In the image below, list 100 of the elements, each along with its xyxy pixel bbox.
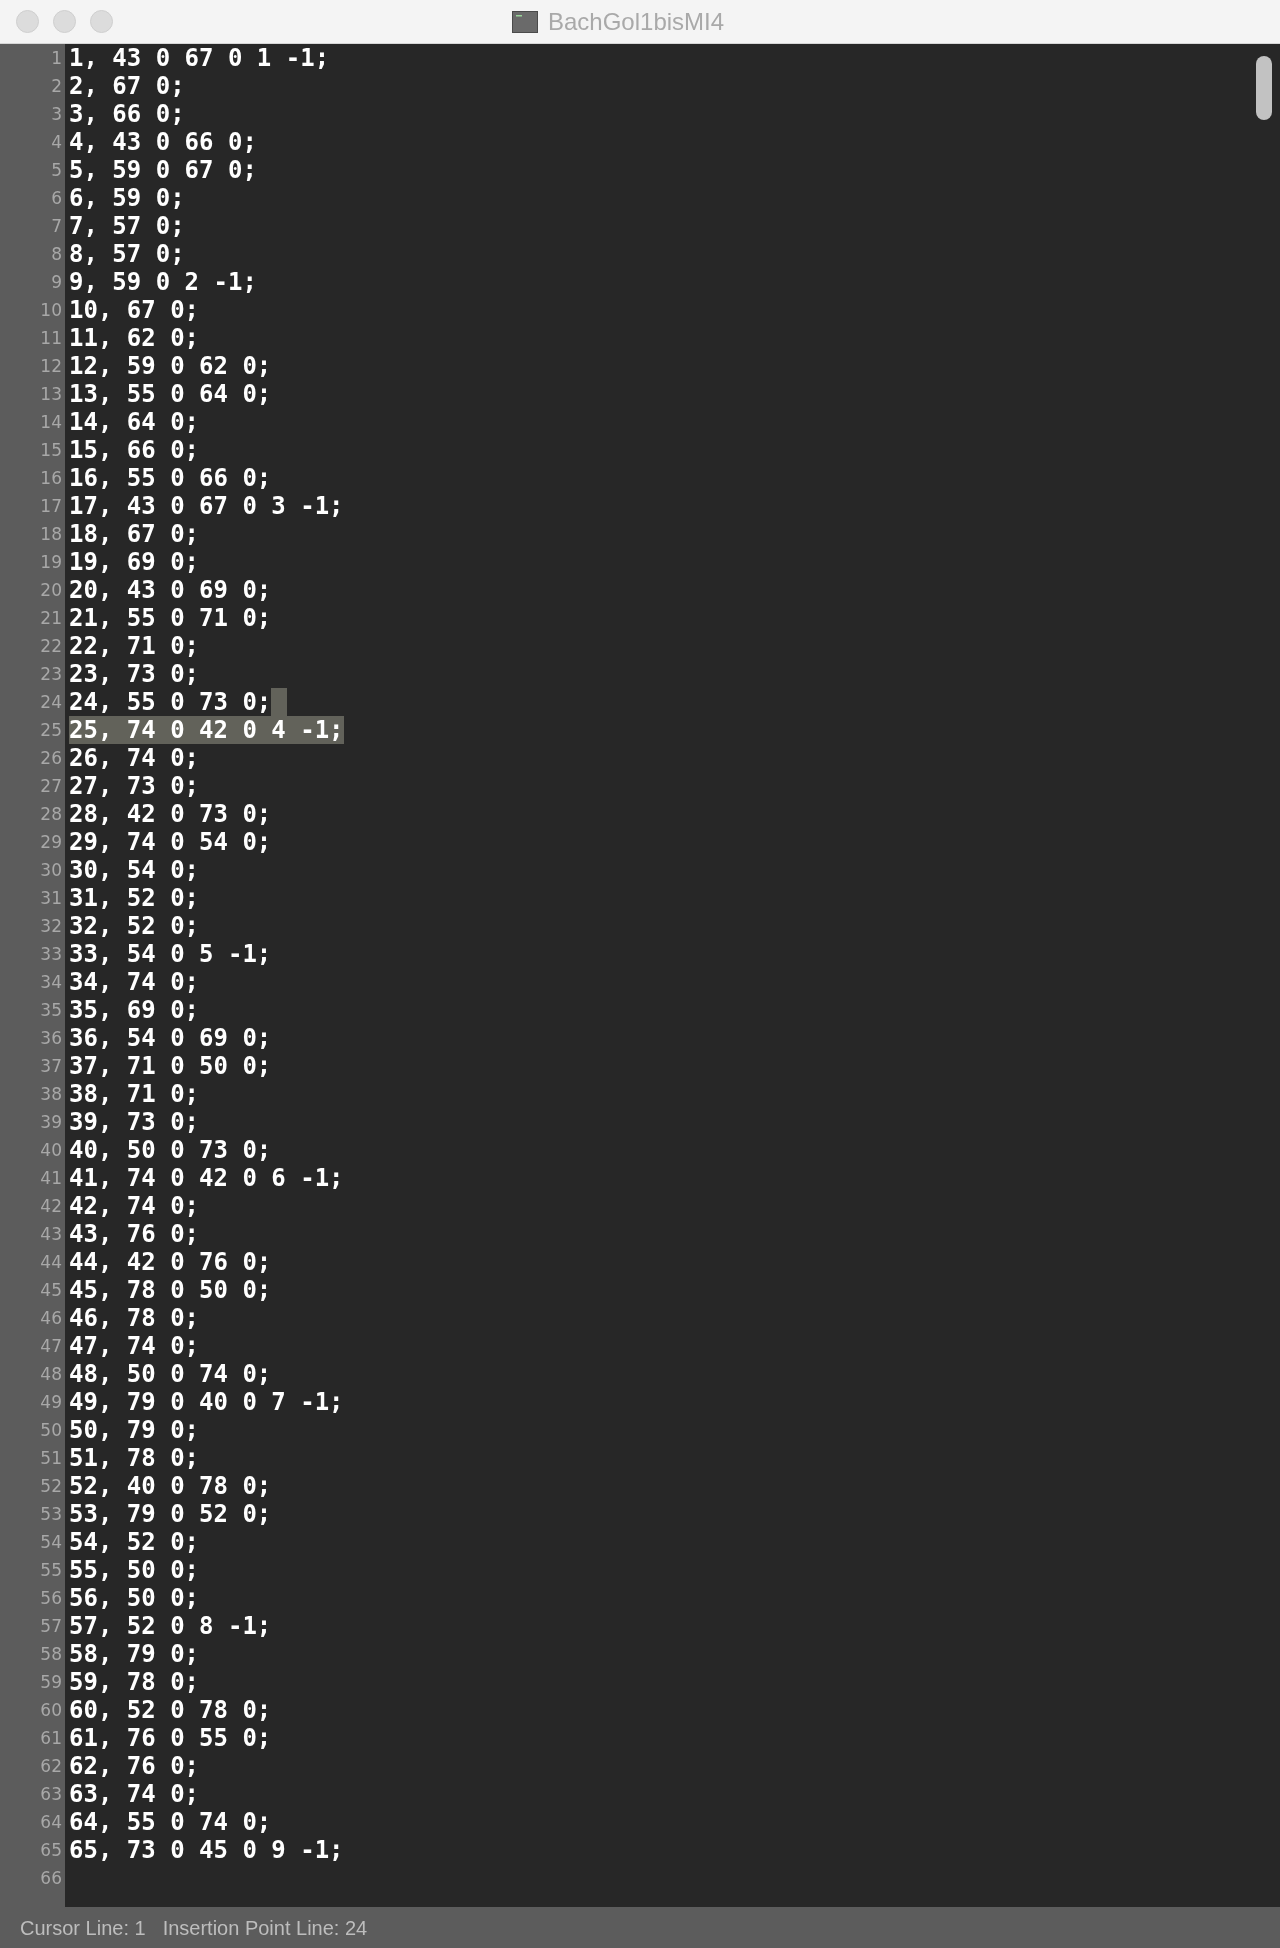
line-number: 14: [40, 412, 62, 432]
line-number: 31: [40, 888, 62, 908]
code-line: 1, 43 0 67 0 1 -1;: [69, 44, 330, 72]
code-line: 15, 66 0;: [69, 436, 200, 464]
window-title: BachGol1bisMI4: [548, 7, 725, 37]
code-line: 41, 74 0 42 0 6 -1;: [69, 1164, 344, 1192]
code-line: 65, 73 0 45 0 9 -1;: [69, 1836, 344, 1864]
line-number: 27: [40, 776, 62, 796]
line-number: 44: [40, 1252, 62, 1272]
line-number: 38: [40, 1084, 62, 1104]
line-number: 40: [40, 1140, 62, 1160]
line-number: 37: [40, 1056, 62, 1076]
code-line: 62, 76 0;: [69, 1752, 200, 1780]
code-line: 45, 78 0 50 0;: [69, 1276, 272, 1304]
minimize-button[interactable]: [53, 10, 76, 33]
code-line: 58, 79 0;: [69, 1640, 200, 1668]
line-number: 15: [40, 440, 62, 460]
code-line: 43, 76 0;: [69, 1220, 200, 1248]
code-line: 46, 78 0;: [69, 1304, 200, 1332]
code-line: 37, 71 0 50 0;: [69, 1052, 272, 1080]
code-line: 9, 59 0 2 -1;: [69, 268, 257, 296]
code-line: 50, 79 0;: [69, 1416, 200, 1444]
line-number: 35: [40, 1000, 62, 1020]
code-line: 22, 71 0;: [69, 632, 200, 660]
code-line: 64, 55 0 74 0;: [69, 1808, 272, 1836]
line-number: 48: [40, 1364, 62, 1384]
line-number: 17: [40, 496, 62, 516]
line-number: 59: [40, 1672, 62, 1692]
line-number: 58: [40, 1644, 62, 1664]
code-line: 21, 55 0 71 0;: [69, 604, 272, 632]
line-number: 5: [51, 160, 62, 180]
line-number: 20: [40, 580, 62, 600]
line-number: 65: [40, 1840, 62, 1860]
code-line: 33, 54 0 5 -1;: [69, 940, 272, 968]
line-number: 16: [40, 468, 62, 488]
code-line: 55, 50 0;: [69, 1556, 200, 1584]
code-line: 47, 74 0;: [69, 1332, 200, 1360]
code-line: 40, 50 0 73 0;: [69, 1136, 272, 1164]
line-number: 63: [40, 1784, 62, 1804]
code-line: 14, 64 0;: [69, 408, 200, 436]
code-line: 5, 59 0 67 0;: [69, 156, 257, 184]
code-line: 44, 42 0 76 0;: [69, 1248, 272, 1276]
code-line: 56, 50 0;: [69, 1584, 200, 1612]
line-number: 4: [51, 132, 62, 152]
line-number: 55: [40, 1560, 62, 1580]
line-number: 61: [40, 1728, 62, 1748]
line-number: 32: [40, 916, 62, 936]
code-line: 30, 54 0;: [69, 856, 200, 884]
line-number: 53: [40, 1504, 62, 1524]
line-number: 66: [40, 1868, 62, 1888]
code-line: 3, 66 0;: [69, 100, 185, 128]
code-line: 35, 69 0;: [69, 996, 200, 1024]
line-number: 49: [40, 1392, 62, 1412]
line-number: 42: [40, 1196, 62, 1216]
line-number: 9: [51, 272, 62, 292]
line-number: 29: [40, 832, 62, 852]
line-number: 39: [40, 1112, 62, 1132]
code-line: 38, 71 0;: [69, 1080, 200, 1108]
code-line: 17, 43 0 67 0 3 -1;: [69, 492, 344, 520]
code-line: 6, 59 0;: [69, 184, 185, 212]
line-number: 45: [40, 1280, 62, 1300]
code-line: 53, 79 0 52 0;: [69, 1500, 272, 1528]
code-line: 51, 78 0;: [69, 1444, 200, 1472]
code-line: 8, 57 0;: [69, 240, 185, 268]
line-number: 36: [40, 1028, 62, 1048]
line-number: 8: [51, 244, 62, 264]
code-line: 20, 43 0 69 0;: [69, 576, 272, 604]
scrollbar-thumb[interactable]: [1256, 56, 1272, 120]
code-line: 23, 73 0;: [69, 660, 200, 688]
code-line: 49, 79 0 40 0 7 -1;: [69, 1388, 344, 1416]
code-line: 26, 74 0;: [69, 744, 200, 772]
line-number: 50: [40, 1420, 62, 1440]
code-line: 29, 74 0 54 0;: [69, 828, 272, 856]
line-number: 34: [40, 972, 62, 992]
code-line: 7, 57 0;: [69, 212, 185, 240]
line-number: 10: [40, 300, 62, 320]
zoom-button[interactable]: [90, 10, 113, 33]
line-number: 7: [51, 216, 62, 236]
close-button[interactable]: [16, 10, 39, 33]
line-number: 56: [40, 1588, 62, 1608]
code-line: 28, 42 0 73 0;: [69, 800, 272, 828]
code-line: 24, 55 0 73 0;: [69, 688, 272, 716]
line-number: 21: [40, 608, 62, 628]
code-line: 31, 52 0;: [69, 884, 200, 912]
code-line: 10, 67 0;: [69, 296, 200, 324]
line-number: 2: [51, 76, 62, 96]
code-line: 34, 74 0;: [69, 968, 200, 996]
line-number: 24: [40, 692, 62, 712]
line-number: 11: [40, 328, 62, 348]
code-line: 61, 76 0 55 0;: [69, 1724, 272, 1752]
line-number: 25: [40, 720, 62, 740]
line-number: 28: [40, 804, 62, 824]
line-number: 64: [40, 1812, 62, 1832]
line-number: 26: [40, 748, 62, 768]
code-line: 27, 73 0;: [69, 772, 200, 800]
line-number: 51: [40, 1448, 62, 1468]
code-line: 12, 59 0 62 0;: [69, 352, 272, 380]
code-line: 48, 50 0 74 0;: [69, 1360, 272, 1388]
code-line: 60, 52 0 78 0;: [69, 1696, 272, 1724]
line-number: 47: [40, 1336, 62, 1356]
